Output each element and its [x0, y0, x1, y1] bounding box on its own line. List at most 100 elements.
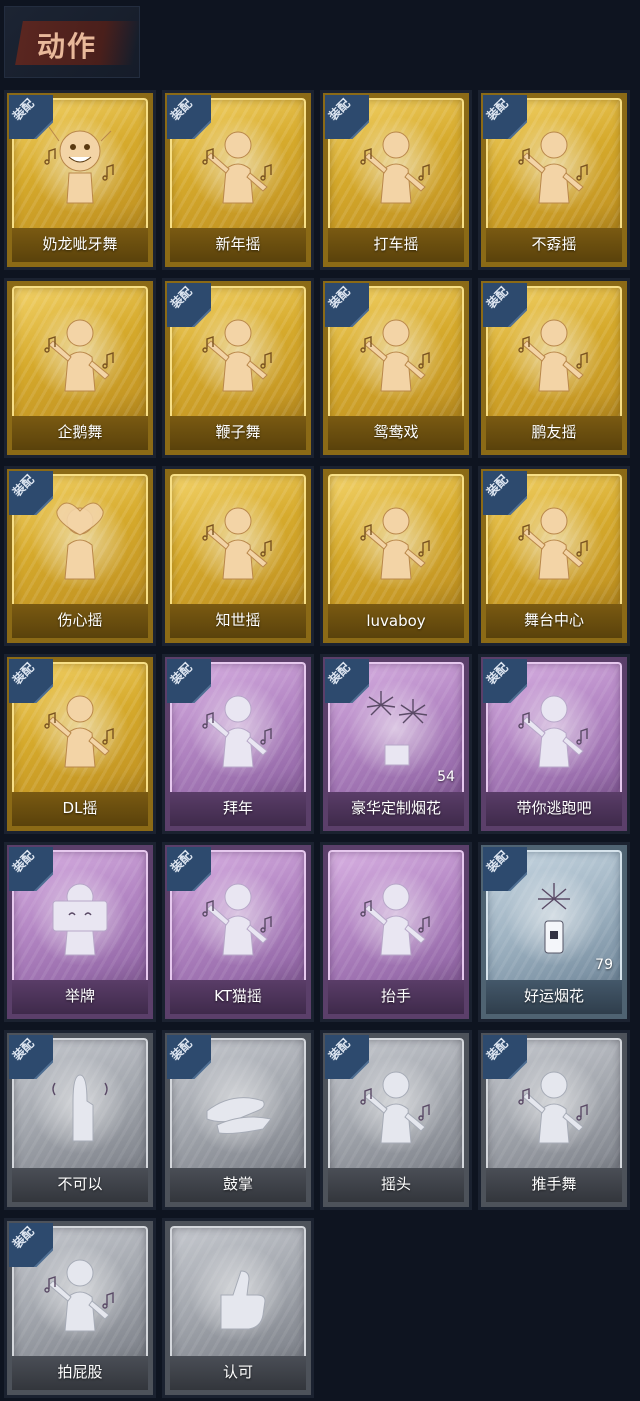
equipped-badge: 装配 — [483, 659, 527, 703]
equipped-badge-label: 装配 — [483, 660, 511, 688]
equipped-badge-label: 装配 — [167, 660, 195, 688]
equipped-badge-label: 装配 — [9, 472, 37, 500]
action-card[interactable]: 抬手 — [320, 842, 472, 1022]
equipped-badge: 装配 — [483, 283, 527, 327]
equipped-badge: 装配 — [325, 1035, 369, 1079]
action-card[interactable]: 拜年 装配 — [162, 654, 314, 834]
equipped-badge-label: 装配 — [483, 848, 511, 876]
dancing-figure-icon — [193, 497, 283, 587]
action-label: KT猫摇 — [214, 987, 262, 1005]
equipped-badge: 装配 — [167, 1035, 211, 1079]
action-card[interactable]: 知世摇 — [162, 466, 314, 646]
equipped-badge: 装配 — [167, 659, 211, 703]
action-card[interactable]: KT猫摇 装配 — [162, 842, 314, 1022]
equipped-badge-label: 装配 — [167, 1036, 195, 1064]
action-label: 拍屁股 — [57, 1363, 103, 1381]
equipped-badge: 装配 — [167, 283, 211, 327]
arms-crossed-figure-icon — [351, 497, 441, 587]
action-card[interactable]: 举牌 装配 — [4, 842, 156, 1022]
action-card[interactable]: 鞭子舞 装配 — [162, 278, 314, 458]
action-card[interactable]: 带你逃跑吧 装配 — [478, 654, 630, 834]
equipped-badge: 装配 — [483, 847, 527, 891]
equipped-badge-label: 装配 — [483, 1036, 511, 1064]
thumbs-up-icon — [193, 1249, 283, 1339]
action-card[interactable]: 不孬摇 装配 — [478, 90, 630, 270]
action-label: 新年摇 — [215, 235, 261, 253]
action-label: 拜年 — [222, 799, 253, 817]
action-label: DL摇 — [62, 799, 98, 817]
equipped-badge-label: 装配 — [167, 96, 195, 124]
action-card[interactable]: 豪华定制烟花 54 装配 — [320, 654, 472, 834]
action-card[interactable]: 伤心摇 装配 — [4, 466, 156, 646]
action-label: 不孬摇 — [531, 235, 577, 253]
equipped-badge: 装配 — [9, 95, 53, 139]
equipped-badge: 装配 — [483, 471, 527, 515]
equipped-badge-label: 装配 — [483, 472, 511, 500]
equipped-badge: 装配 — [483, 95, 527, 139]
action-label: 摇头 — [380, 1175, 411, 1193]
action-label: 鞭子舞 — [215, 423, 261, 441]
equipped-badge: 装配 — [483, 1035, 527, 1079]
equipped-badge: 装配 — [167, 95, 211, 139]
action-label: 知世摇 — [215, 611, 261, 629]
action-label: 打车摇 — [373, 235, 419, 253]
action-card[interactable]: 新年摇 装配 — [162, 90, 314, 270]
action-label: 不可以 — [57, 1175, 103, 1193]
equipped-badge: 装配 — [325, 95, 369, 139]
action-label: 鸳鸯戏 — [373, 423, 419, 441]
item-count: 54 — [437, 769, 455, 785]
action-card[interactable]: 认可 — [162, 1218, 314, 1398]
action-label: luvaboy — [366, 612, 426, 630]
equipped-badge-label: 装配 — [325, 284, 353, 312]
equipped-badge: 装配 — [9, 1223, 53, 1267]
action-label: 舞台中心 — [523, 611, 584, 629]
equipped-badge: 装配 — [9, 1035, 53, 1079]
action-card[interactable]: 鼓掌 装配 — [162, 1030, 314, 1210]
action-card[interactable]: 鸳鸯戏 装配 — [320, 278, 472, 458]
equipped-badge: 装配 — [325, 659, 369, 703]
action-label: 企鹅舞 — [57, 423, 103, 441]
action-card[interactable]: 奶龙呲牙舞 装配 — [4, 90, 156, 270]
action-label: 好运烟花 — [523, 987, 584, 1005]
equipped-badge: 装配 — [9, 847, 53, 891]
action-label: 豪华定制烟花 — [350, 799, 441, 817]
section-title: 动作 — [37, 30, 98, 63]
action-label: 鼓掌 — [222, 1175, 253, 1193]
equipped-badge: 装配 — [9, 471, 53, 515]
equipped-badge-label: 装配 — [483, 96, 511, 124]
action-card[interactable]: luvaboy — [320, 466, 472, 646]
action-card[interactable]: 舞台中心 装配 — [478, 466, 630, 646]
equipped-badge-label: 装配 — [9, 1224, 37, 1252]
action-label: 举牌 — [64, 987, 95, 1005]
action-grid: 奶龙呲牙舞 装配 新年摇 装配 打车摇 装配 不孬摇 装配 企鹅舞 鞭子舞 装配 鸳鸯戏 装配 鹏友摇 装配… — [4, 90, 630, 1398]
action-label: 鹏友摇 — [531, 423, 577, 441]
action-label: 带你逃跑吧 — [516, 799, 592, 817]
equipped-badge: 装配 — [167, 847, 211, 891]
action-card[interactable]: 不可以 装配 — [4, 1030, 156, 1210]
action-label: 奶龙呲牙舞 — [42, 235, 118, 253]
item-count: 79 — [595, 957, 613, 973]
equipped-badge-label: 装配 — [325, 1036, 353, 1064]
equipped-badge-label: 装配 — [325, 96, 353, 124]
raising-hand-figure-icon — [351, 873, 441, 963]
action-card[interactable]: 拍屁股 装配 — [4, 1218, 156, 1398]
section-header: 动作 — [4, 6, 141, 78]
action-card[interactable]: 鹏友摇 装配 — [478, 278, 630, 458]
action-label: 抬手 — [380, 987, 411, 1005]
equipped-badge-label: 装配 — [167, 284, 195, 312]
action-label: 伤心摇 — [57, 611, 103, 629]
action-card[interactable]: 企鹅舞 — [4, 278, 156, 458]
action-card[interactable]: 摇头 装配 — [320, 1030, 472, 1210]
equipped-badge: 装配 — [325, 283, 369, 327]
equipped-badge-label: 装配 — [9, 1036, 37, 1064]
dancing-figure-icon — [35, 309, 125, 399]
action-label: 认可 — [222, 1363, 253, 1381]
equipped-badge-label: 装配 — [325, 660, 353, 688]
action-card[interactable]: 好运烟花 79 装配 — [478, 842, 630, 1022]
action-card[interactable]: DL摇 装配 — [4, 654, 156, 834]
equipped-badge-label: 装配 — [9, 848, 37, 876]
equipped-badge-label: 装配 — [9, 660, 37, 688]
action-card[interactable]: 打车摇 装配 — [320, 90, 472, 270]
action-card[interactable]: 推手舞 装配 — [478, 1030, 630, 1210]
equipped-badge-label: 装配 — [483, 284, 511, 312]
